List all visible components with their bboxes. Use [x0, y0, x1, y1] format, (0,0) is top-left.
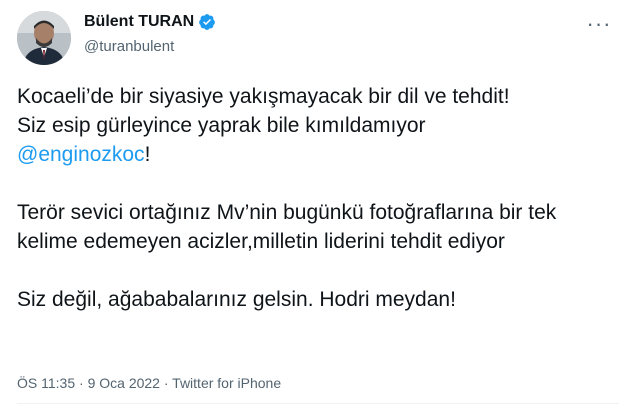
tweet-text: Kocaeli’de bir siyasiye yakışmayacak bir…: [17, 82, 617, 314]
meta-separator: ·: [75, 375, 88, 391]
tweet-date[interactable]: 9 Oca 2022: [88, 375, 160, 391]
tweet-paragraph-1: Kocaeli’de bir siyasiye yakışmayacak bir…: [17, 82, 617, 169]
author-name-row[interactable]: Bülent TURAN: [84, 13, 216, 31]
tweet-source[interactable]: Twitter for iPhone: [172, 375, 281, 391]
person-avatar-icon: [17, 11, 71, 65]
tweet-card: Bülent TURAN @turanbulent ··· Kocaeli’de…: [0, 0, 636, 411]
mention-suffix: !: [144, 143, 151, 166]
meta-separator: ·: [159, 375, 173, 391]
tweet-line: @enginozkoc!: [17, 140, 617, 169]
tweet-paragraph-2: Terör sevici ortağınız Mv’nin bugünkü fo…: [17, 201, 557, 253]
more-options-icon[interactable]: ···: [584, 12, 614, 36]
mention-link[interactable]: @enginozkoc: [17, 143, 145, 166]
divider: [17, 403, 619, 404]
author-handle[interactable]: @turanbulent: [84, 38, 174, 55]
avatar[interactable]: [17, 11, 71, 65]
tweet-line: Kocaeli’de bir siyasiye yakışmayacak bir…: [17, 85, 510, 108]
tweet-paragraph-3: Siz değil, ağababalarınız gelsin. Hodri …: [17, 288, 456, 311]
tweet-line: Siz esip gürleyince yaprak bile kımıldam…: [17, 114, 426, 137]
tweet-timestamp[interactable]: ÖS 11:35: [17, 375, 75, 391]
tweet-meta: ÖS 11:35 · 9 Oca 2022 · Twitter for iPho…: [17, 375, 281, 391]
author-display-name[interactable]: Bülent TURAN: [84, 13, 194, 31]
verified-badge-icon: [198, 13, 216, 31]
